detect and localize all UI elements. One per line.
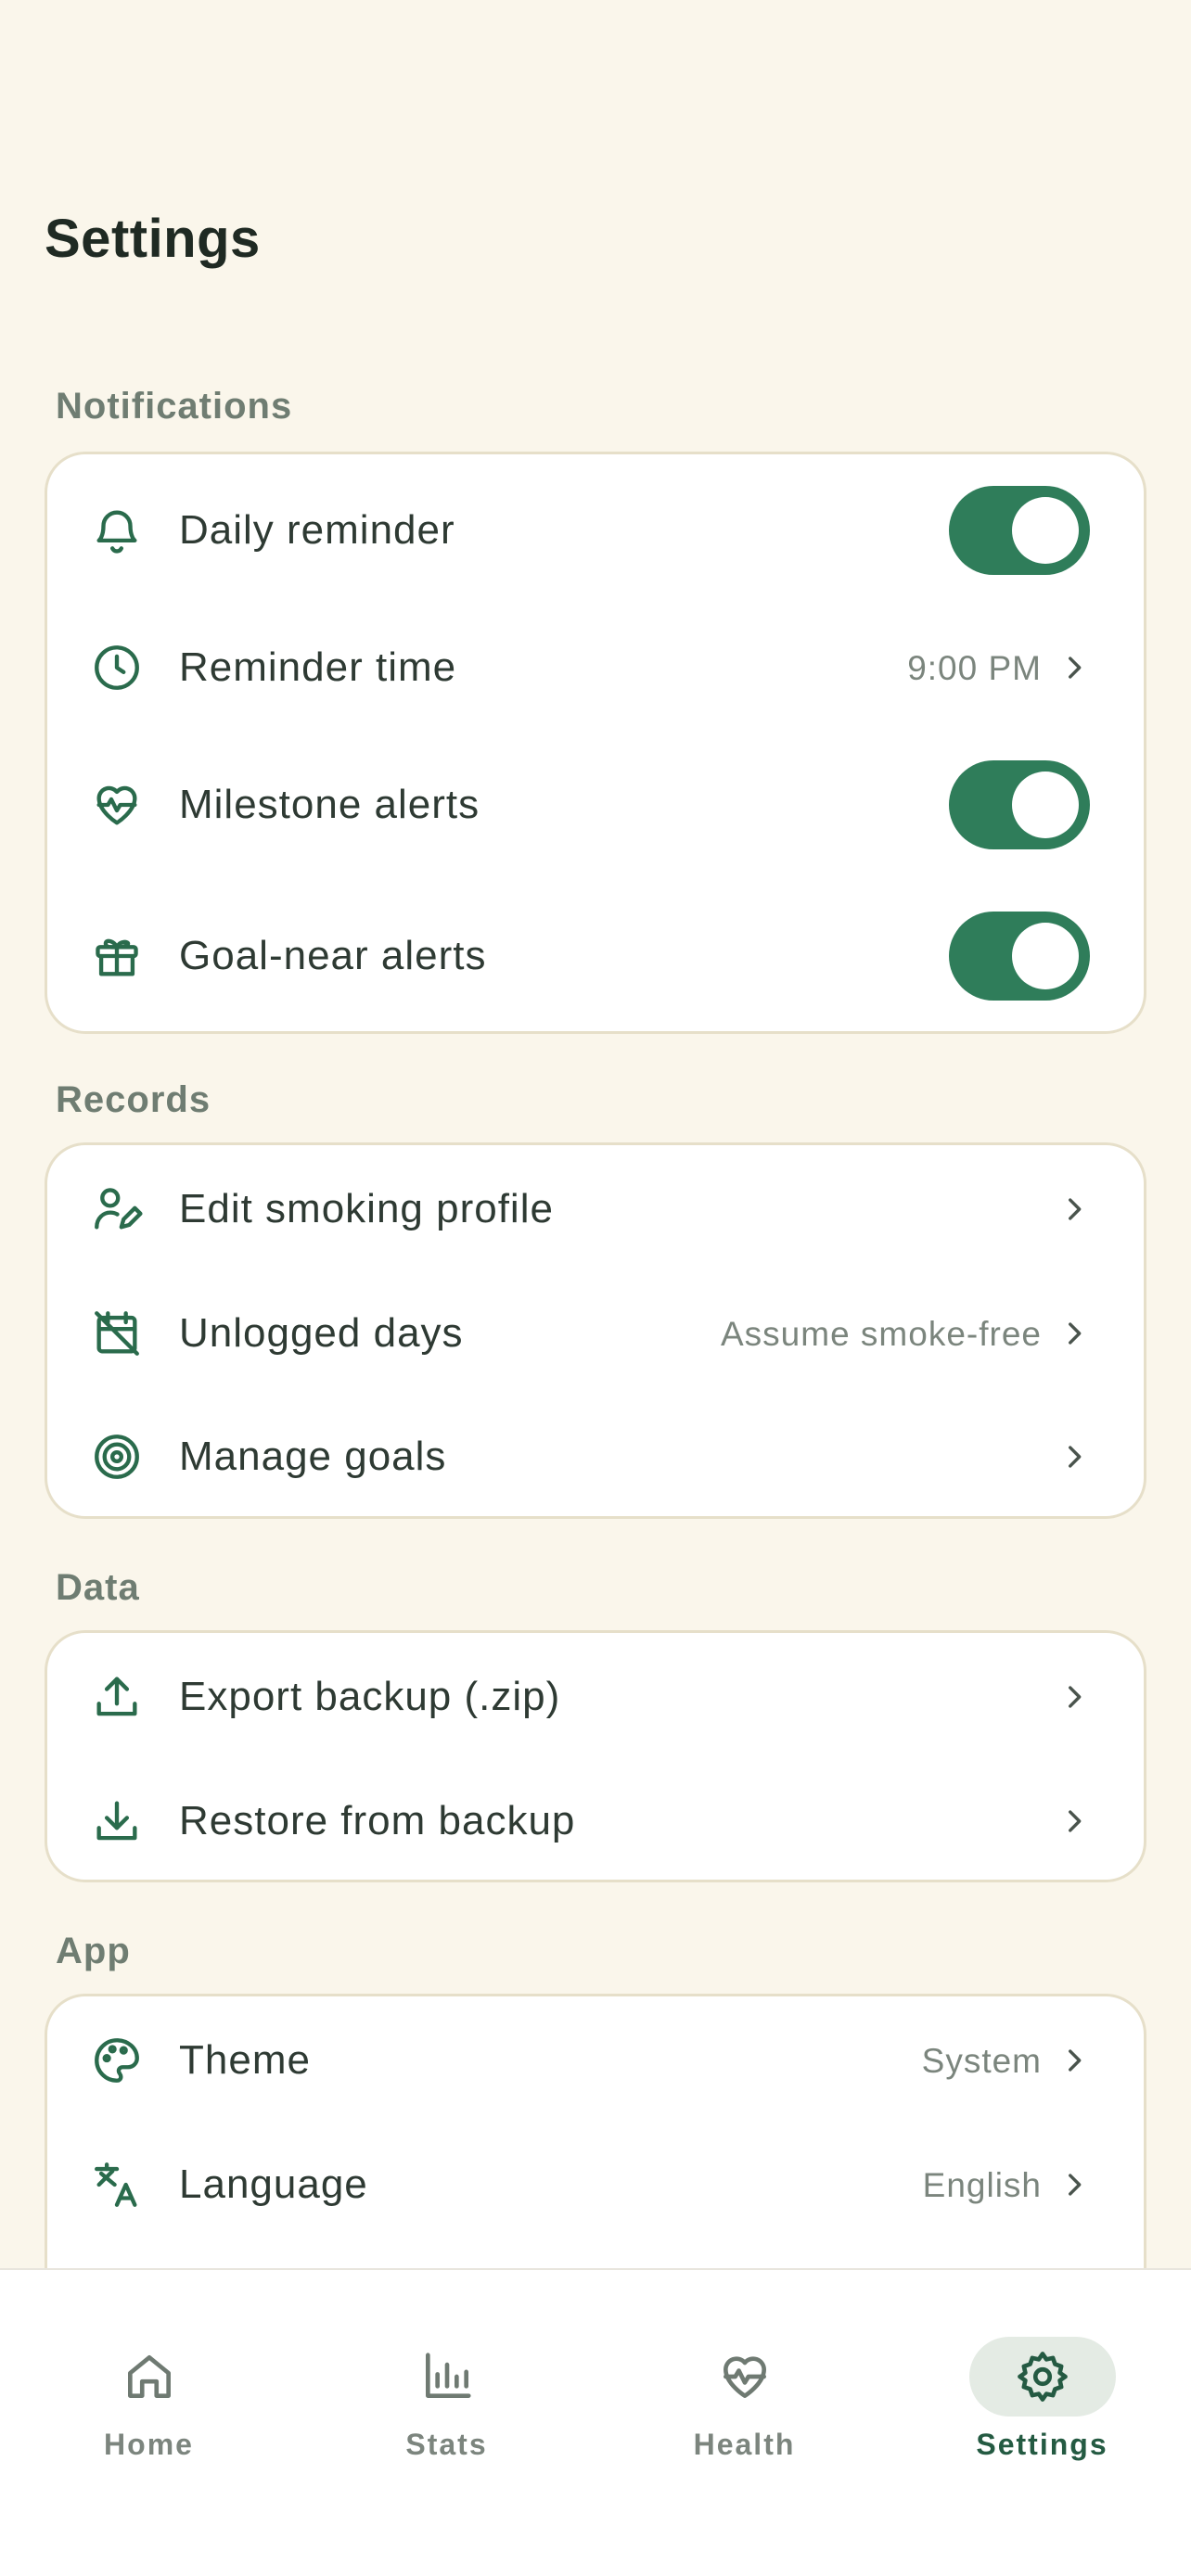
gift-icon: [90, 929, 144, 983]
goal-near-alerts-row[interactable]: Goal-near alerts: [47, 900, 1144, 1012]
chevron-right-icon: [1058, 1193, 1090, 1225]
language-row[interactable]: Language English: [47, 2129, 1144, 2240]
chevron-right-icon: [1058, 2169, 1090, 2200]
unlogged-days-label: Unlogged days: [179, 1310, 464, 1356]
nav-label-home: Home: [104, 2428, 194, 2461]
reminder-time-label: Reminder time: [179, 644, 457, 690]
gear-icon: [1017, 2352, 1068, 2402]
export-backup-label: Export backup (.zip): [179, 1674, 561, 1719]
reminder-time-value: 9:00 PM: [907, 649, 1042, 687]
theme-row[interactable]: Theme System: [47, 2005, 1144, 2116]
target-icon: [90, 1430, 144, 1484]
restore-backup-row[interactable]: Restore from backup: [47, 1766, 1144, 1877]
chevron-right-icon: [1058, 1805, 1090, 1837]
download-icon: [90, 1794, 144, 1848]
translate-icon: [90, 2158, 144, 2212]
export-backup-row[interactable]: Export backup (.zip): [47, 1641, 1144, 1753]
goal-near-alerts-label: Goal-near alerts: [179, 933, 487, 978]
nav-tab-stats[interactable]: Stats: [298, 2270, 596, 2461]
daily-reminder-toggle[interactable]: [949, 486, 1090, 575]
language-label: Language: [179, 2162, 368, 2207]
nav-label-health: Health: [693, 2428, 796, 2461]
section-label-notifications: Notifications: [56, 386, 293, 427]
chevron-right-icon: [1058, 1318, 1090, 1349]
heart-pulse-icon: [723, 2356, 766, 2398]
bell-icon: [90, 504, 144, 557]
nav-stats-icon-wrap: [374, 2337, 520, 2417]
unlogged-days-value: Assume smoke-free: [721, 1315, 1042, 1353]
upload-icon: [90, 1670, 144, 1724]
calendar-off-icon: [90, 1307, 144, 1360]
nav-health-icon-wrap: [672, 2337, 818, 2417]
notifications-card: Daily reminder Reminder time 9:00 PM Mil…: [45, 452, 1146, 1034]
palette-icon: [90, 2034, 144, 2087]
chevron-right-icon: [1058, 1681, 1090, 1713]
user-edit-icon: [90, 1182, 144, 1236]
toggle-knob: [1012, 923, 1079, 989]
section-label-app: App: [56, 1931, 131, 1971]
records-card: Edit smoking profile Unlogged days Assum…: [45, 1142, 1146, 1519]
home-icon: [127, 2355, 171, 2398]
toggle-knob: [1012, 497, 1079, 564]
theme-value: System: [921, 2042, 1042, 2080]
daily-reminder-row[interactable]: Daily reminder: [47, 475, 1144, 586]
nav-settings-icon-wrap: [968, 2337, 1116, 2417]
daily-reminder-label: Daily reminder: [179, 507, 455, 553]
nav-tab-settings[interactable]: Settings: [893, 2270, 1191, 2461]
nav-tab-health[interactable]: Health: [596, 2270, 893, 2461]
app-card: Theme System Language English: [45, 1994, 1146, 2268]
chevron-right-icon: [1058, 1441, 1090, 1473]
goal-near-alerts-toggle[interactable]: [949, 912, 1090, 1001]
manage-goals-label: Manage goals: [179, 1434, 447, 1479]
settings-scroll-area[interactable]: Settings Notifications Daily reminder Re…: [0, 0, 1191, 2268]
nav-tab-home[interactable]: Home: [0, 2270, 298, 2461]
nav-home-icon-wrap: [76, 2337, 223, 2417]
reminder-time-row[interactable]: Reminder time 9:00 PM: [47, 612, 1144, 723]
nav-label-settings: Settings: [976, 2428, 1108, 2461]
milestone-alerts-label: Milestone alerts: [179, 782, 480, 827]
bottom-nav: Home Stats Health Settings: [0, 2268, 1191, 2576]
milestone-alerts-row[interactable]: Milestone alerts: [47, 749, 1144, 861]
toggle-knob: [1012, 772, 1079, 838]
unlogged-days-row[interactable]: Unlogged days Assume smoke-free: [47, 1278, 1144, 1389]
clock-icon: [90, 641, 144, 695]
settings-screen: Settings Notifications Daily reminder Re…: [0, 0, 1191, 2576]
page-title: Settings: [45, 209, 261, 269]
edit-smoking-profile-label: Edit smoking profile: [179, 1186, 554, 1231]
data-card: Export backup (.zip) Restore from backup: [45, 1630, 1146, 1882]
edit-smoking-profile-row[interactable]: Edit smoking profile: [47, 1154, 1144, 1265]
theme-label: Theme: [179, 2037, 311, 2083]
chevron-right-icon: [1058, 652, 1090, 683]
section-label-data: Data: [56, 1567, 140, 1608]
nav-label-stats: Stats: [405, 2428, 488, 2461]
heart-pulse-icon: [90, 778, 144, 832]
manage-goals-row[interactable]: Manage goals: [47, 1401, 1144, 1512]
bar-chart-icon: [425, 2353, 471, 2398]
restore-backup-label: Restore from backup: [179, 1798, 576, 1843]
language-value: English: [922, 2166, 1042, 2204]
chevron-right-icon: [1058, 2045, 1090, 2076]
section-label-records: Records: [56, 1079, 211, 1120]
milestone-alerts-toggle[interactable]: [949, 760, 1090, 849]
